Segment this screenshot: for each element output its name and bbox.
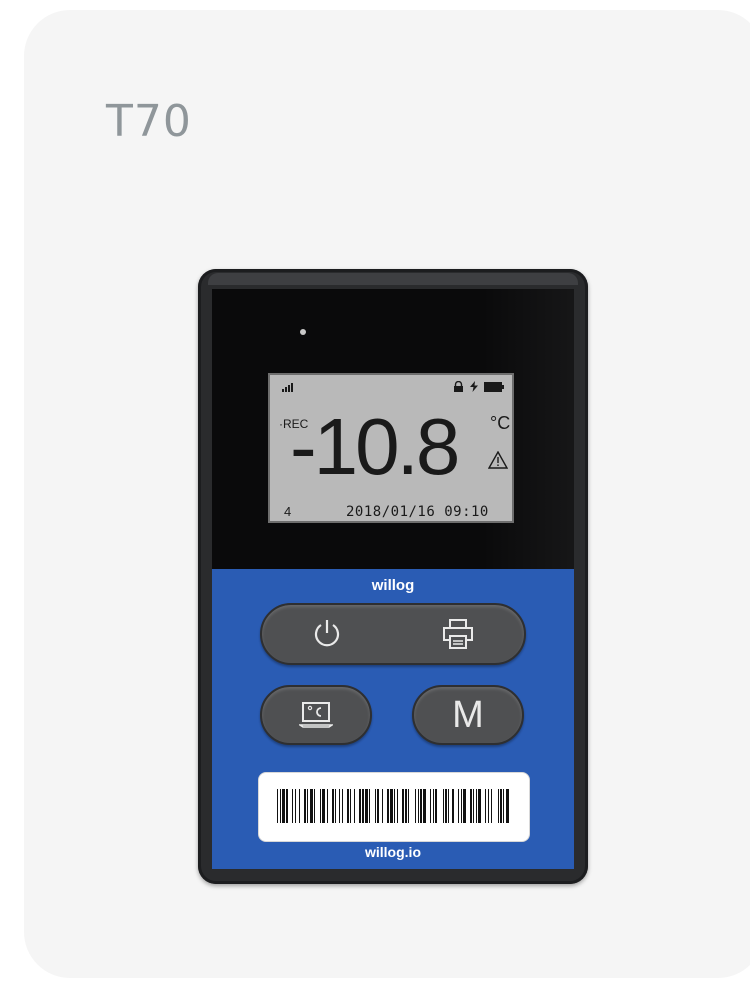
barcode-bar (506, 789, 509, 823)
barcode-bar (277, 789, 278, 823)
barcode-bar (362, 789, 364, 823)
barcode-bar (320, 789, 321, 823)
barcode-bar (498, 789, 499, 823)
status-icons (453, 381, 504, 392)
barcode-label (258, 772, 530, 842)
mode-button[interactable]: M (412, 685, 524, 745)
data-logger-device: ·REC -10.8 °C 4 2018/01/16 09:10 willog (198, 269, 588, 884)
barcode-bar (342, 789, 343, 823)
barcode-bar (359, 789, 361, 823)
device-frame-top (208, 273, 578, 285)
product-title: T70 (106, 96, 192, 147)
barcode-bar (476, 789, 477, 823)
barcode-bar (365, 789, 368, 823)
barcode-bar (458, 789, 459, 823)
barcode-bar (295, 789, 296, 823)
pc-temperature-icon (299, 702, 333, 728)
barcode-bar (307, 789, 308, 823)
barcode-bar (299, 789, 300, 823)
signal-icon (282, 383, 293, 392)
barcode-bar (347, 789, 349, 823)
barcode-bar (408, 789, 409, 823)
lcd-screen: ·REC -10.8 °C 4 2018/01/16 09:10 (268, 373, 514, 523)
power-icon (314, 620, 340, 647)
barcode-bar (500, 789, 502, 823)
barcode-bar (314, 789, 315, 823)
barcode-bar (478, 789, 481, 823)
lcd-datetime: 2018/01/16 09:10 (346, 504, 489, 520)
barcode-bar (485, 789, 486, 823)
barcode-bar (488, 789, 489, 823)
barcode-bar (435, 789, 437, 823)
barcode-bar (387, 789, 389, 823)
barcode-bar (377, 789, 379, 823)
barcode-bar (310, 789, 313, 823)
barcode-bar (405, 789, 407, 823)
barcode-bar (304, 789, 306, 823)
website-label: willog.io (365, 844, 421, 860)
barcode-bar (397, 789, 398, 823)
charging-icon (470, 381, 478, 392)
barcode-bar (491, 789, 492, 823)
barcode-bar (369, 789, 370, 823)
barcode-bar (322, 789, 325, 823)
temperature-reading: -10.8 (290, 402, 460, 491)
barcode-bar (332, 789, 334, 823)
barcode-bar (375, 789, 376, 823)
power-print-button[interactable] (260, 603, 526, 665)
barcode-bar (335, 789, 336, 823)
lock-icon (454, 381, 463, 392)
device-face: ·REC -10.8 °C 4 2018/01/16 09:10 (212, 289, 574, 569)
barcode-bar (448, 789, 449, 823)
barcode-bar (461, 789, 462, 823)
barcode-bar (473, 789, 474, 823)
barcode-bar (286, 789, 288, 823)
button-panel: willog M willog.io (212, 569, 574, 869)
barcode-bar (470, 789, 472, 823)
barcode-bar (327, 789, 328, 823)
barcode-bar (382, 789, 383, 823)
barcode-bar (390, 789, 393, 823)
barcode-bar (292, 789, 293, 823)
barcode-bar (430, 789, 431, 823)
barcode-bar (445, 789, 447, 823)
barcode-bar (423, 789, 426, 823)
barcode-bar (443, 789, 444, 823)
barcode-bar (280, 789, 281, 823)
printer-icon (443, 619, 473, 649)
temperature-unit: °C (490, 413, 511, 433)
barcode-bar (350, 789, 351, 823)
barcode-bar (420, 789, 422, 823)
barcode-bar (394, 789, 395, 823)
barcode-bar (452, 789, 454, 823)
brand-label: willog (371, 577, 415, 594)
barcode-bar (433, 789, 434, 823)
pc-button[interactable] (260, 685, 372, 745)
barcode-bar (282, 789, 285, 823)
barcode-bar (402, 789, 404, 823)
barcode-bar (415, 789, 416, 823)
status-led (300, 329, 306, 335)
barcode-bar (354, 789, 355, 823)
record-counter: 4 (284, 504, 292, 519)
barcode-bar (418, 789, 419, 823)
barcode-bar (463, 789, 466, 823)
barcode (277, 789, 509, 823)
barcode-bar (503, 789, 504, 823)
warning-icon (488, 451, 508, 469)
barcode-bar (339, 789, 340, 823)
battery-icon (484, 381, 504, 392)
